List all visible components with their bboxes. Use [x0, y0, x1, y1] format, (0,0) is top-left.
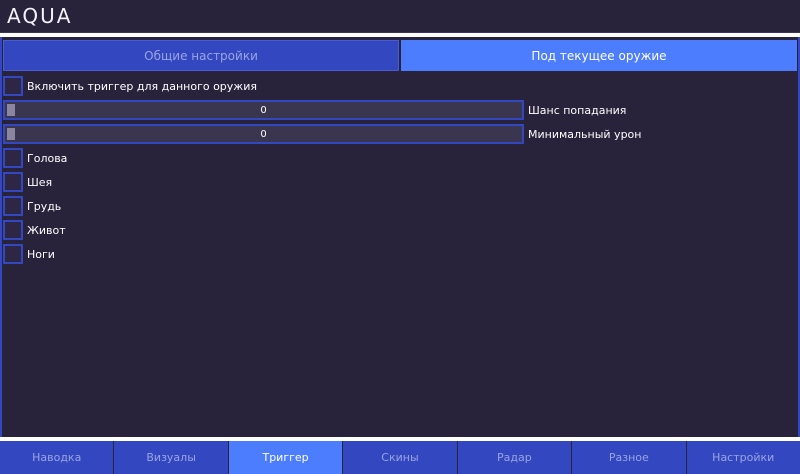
nav-tab-trigger[interactable]: Триггер	[228, 441, 344, 474]
hitbox-chest-checkbox[interactable]	[3, 196, 23, 216]
hitbox-neck-label: Шея	[27, 175, 53, 189]
subtab-general-settings[interactable]: Общие настройки	[3, 40, 399, 71]
nav-tab-radar[interactable]: Радар	[457, 441, 573, 474]
hit-chance-label: Шанс попадания	[528, 103, 627, 117]
nav-tab-settings[interactable]: Настройки	[686, 441, 800, 474]
enable-trigger-checkbox[interactable]	[3, 76, 23, 96]
hit-chance-slider[interactable]: 0	[3, 100, 524, 120]
hitbox-stomach-row[interactable]: Живот	[3, 219, 66, 241]
hitbox-head-label: Голова	[27, 151, 68, 165]
subtab-current-weapon[interactable]: Под текущее оружие	[401, 40, 797, 71]
min-damage-value: 0	[260, 128, 267, 140]
enable-trigger-label: Включить триггер для данного оружия	[27, 79, 257, 93]
app-logo: AQUA	[7, 4, 73, 28]
min-damage-slider[interactable]: 0	[3, 124, 524, 144]
hitbox-stomach-checkbox[interactable]	[3, 220, 23, 240]
hitbox-chest-label: Грудь	[27, 199, 62, 213]
hitbox-head-row[interactable]: Голова	[3, 147, 67, 169]
hitbox-legs-label: Ноги	[27, 247, 55, 261]
nav-tab-aim[interactable]: Наводка	[0, 441, 115, 474]
hitbox-stomach-label: Живот	[27, 223, 66, 237]
subtab-general-label: Общие настройки	[144, 48, 258, 63]
enable-trigger-row[interactable]: Включить триггер для данного оружия	[3, 75, 257, 97]
nav-tab-misc[interactable]: Разное	[572, 441, 687, 474]
nav-tab-skins[interactable]: Скины	[343, 441, 458, 474]
hitbox-legs-checkbox[interactable]	[3, 244, 23, 264]
hitbox-legs-row[interactable]: Ноги	[3, 243, 55, 265]
hit-chance-value: 0	[260, 104, 267, 116]
min-damage-label: Минимальный урон	[528, 127, 642, 141]
hitbox-neck-row[interactable]: Шея	[3, 171, 52, 193]
nav-tab-visuals[interactable]: Визуалы	[114, 441, 229, 474]
title-bar: AQUA	[0, 0, 800, 33]
hitbox-head-checkbox[interactable]	[3, 148, 23, 168]
hitbox-neck-checkbox[interactable]	[3, 172, 23, 192]
trigger-panel	[0, 37, 800, 437]
panel-left-border	[0, 37, 2, 437]
hitbox-chest-row[interactable]: Грудь	[3, 195, 61, 217]
bottom-nav: Наводка Визуалы Триггер Скины Радар Разн…	[0, 441, 800, 474]
subtab-weapon-label: Под текущее оружие	[531, 48, 667, 63]
